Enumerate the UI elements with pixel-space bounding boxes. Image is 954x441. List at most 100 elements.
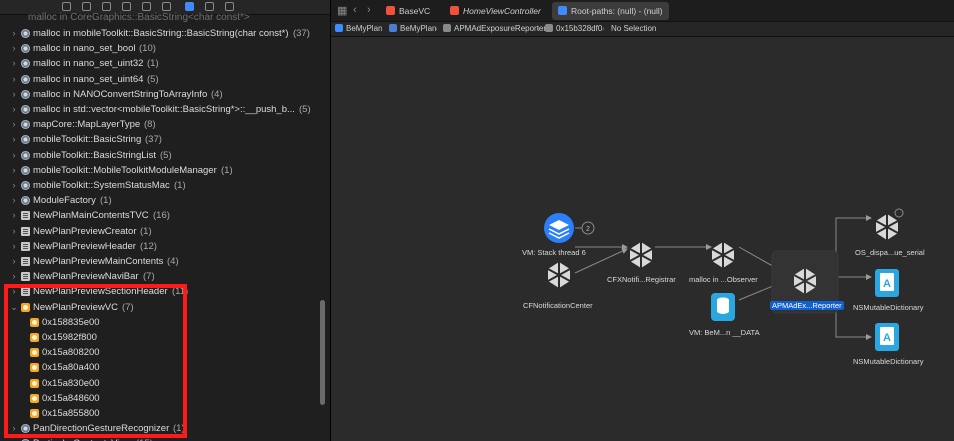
gear-icon bbox=[21, 424, 30, 434]
class-row[interactable]: › ParticularContentsView (15) bbox=[0, 436, 318, 441]
class-row[interactable]: › malloc in nano_set_bool (10) bbox=[0, 41, 318, 56]
stack-node-icon[interactable] bbox=[544, 213, 574, 243]
row-count: (4) bbox=[211, 88, 223, 100]
class-row[interactable]: › PanDirectionGestureRecognizer (1) bbox=[0, 421, 318, 436]
instance-row[interactable]: 0x15a80a400 bbox=[0, 360, 318, 375]
class-row[interactable]: › mapCore::MapLayerType (8) bbox=[0, 117, 318, 132]
project-icon bbox=[335, 24, 343, 32]
obj-icon bbox=[30, 409, 39, 418]
class-row[interactable]: › malloc in nano_set_uint64 (5) bbox=[0, 72, 318, 87]
class-row[interactable]: › malloc in std::vector<mobileToolkit::Ba… bbox=[0, 102, 318, 117]
tab-root-paths[interactable]: Root-paths: (null) - (null) bbox=[552, 2, 669, 20]
breadcrumb-address[interactable]: 0x15b328df0 bbox=[545, 22, 602, 36]
chevron-right-icon[interactable]: › bbox=[10, 102, 18, 117]
class-row[interactable]: › NewPlanPreviewHeader (12) bbox=[0, 239, 318, 254]
chevron-right-icon[interactable]: › bbox=[10, 41, 18, 56]
debug-icon[interactable] bbox=[185, 2, 194, 11]
chevron-right-icon[interactable]: › bbox=[10, 284, 18, 299]
chevron-right-icon[interactable]: › bbox=[10, 436, 18, 441]
malloc-node-icon[interactable] bbox=[711, 242, 735, 268]
chevron-right-icon[interactable]: › bbox=[10, 193, 18, 208]
instance-row[interactable]: 0x15a855800 bbox=[0, 406, 318, 421]
cfx-node-icon[interactable] bbox=[629, 242, 653, 268]
chevron-right-icon[interactable]: › bbox=[10, 132, 18, 147]
class-row[interactable]: ⌄ NewPlanPreviewVC (7) bbox=[0, 300, 318, 315]
database-icon[interactable] bbox=[711, 293, 735, 321]
row-label: 0x158835e00 bbox=[42, 316, 100, 328]
chevron-right-icon: › bbox=[380, 24, 383, 33]
folder-icon[interactable] bbox=[62, 2, 71, 11]
chevron-right-icon[interactable]: › bbox=[10, 87, 18, 102]
row-label: 0x15a808200 bbox=[42, 347, 100, 359]
node-label-apm-selected[interactable]: APMAdEx...Reporter bbox=[770, 301, 844, 310]
class-row[interactable]: › mobileToolkit::SystemStatusMac (1) bbox=[0, 178, 318, 193]
gear-icon bbox=[21, 44, 30, 54]
row-count: (11) bbox=[172, 286, 189, 298]
dictionary-icon[interactable]: A bbox=[875, 323, 899, 351]
doc-icon bbox=[21, 211, 30, 221]
tab-basevc[interactable]: BaseVC bbox=[386, 2, 448, 20]
report-icon[interactable] bbox=[225, 2, 234, 11]
issue-icon[interactable] bbox=[142, 2, 151, 11]
test-icon[interactable] bbox=[162, 2, 171, 11]
class-row[interactable]: › ModuleFactory (1) bbox=[0, 193, 318, 208]
obj-icon bbox=[30, 317, 39, 327]
class-row[interactable]: › malloc in NANOConvertStringToArrayInfo(… bbox=[0, 87, 318, 102]
class-row[interactable]: › malloc in mobileToolkit::BasicString::B… bbox=[0, 26, 318, 41]
class-row[interactable]: › NewPlanPreviewMainContents (4) bbox=[0, 254, 318, 269]
source-control-icon[interactable] bbox=[82, 2, 91, 11]
class-row[interactable]: › mobileToolkit::MobileToolkitModuleManag… bbox=[0, 163, 318, 178]
node-label-malloc-observer: malloc in ...Observer bbox=[689, 275, 758, 284]
graph-edges: 2 A A bbox=[544, 208, 904, 351]
chevron-right-icon[interactable]: › bbox=[10, 224, 18, 239]
breadcrumb-target[interactable]: BeMyPlan bbox=[389, 22, 436, 36]
breadcrumb-class[interactable]: APMAdExposureReporter bbox=[443, 22, 546, 36]
breadcrumb-selection[interactable]: No Selection bbox=[611, 22, 656, 36]
sidebar-toggle-icon[interactable]: ▦ bbox=[337, 4, 347, 17]
instance-row[interactable]: 0x15a808200 bbox=[0, 345, 318, 360]
instance-row[interactable]: 0x158835e00 bbox=[0, 315, 318, 330]
os-dispatch-node-icon[interactable] bbox=[875, 208, 904, 240]
find-icon[interactable] bbox=[122, 2, 131, 11]
instance-row[interactable]: 0x15982f800 bbox=[0, 330, 318, 345]
row-count: (1) bbox=[100, 195, 112, 207]
dictionary-icon[interactable]: A bbox=[875, 269, 899, 297]
chevron-right-icon[interactable]: › bbox=[10, 239, 18, 254]
swift-file-icon bbox=[450, 6, 459, 15]
cfnc-node-icon[interactable] bbox=[547, 262, 571, 288]
chevron-right-icon[interactable]: › bbox=[10, 163, 18, 178]
tab-homeviewcontroller[interactable]: HomeViewController bbox=[450, 2, 546, 20]
chevron-right-icon[interactable]: › bbox=[10, 56, 18, 71]
breadcrumb-project[interactable]: BeMyPlan bbox=[335, 22, 382, 36]
chevron-right-icon[interactable]: › bbox=[10, 148, 18, 163]
chevron-right-icon[interactable]: › bbox=[10, 421, 18, 436]
gear-icon bbox=[21, 165, 30, 175]
chevron-right-icon[interactable]: › bbox=[10, 72, 18, 87]
row-count: (4) bbox=[167, 256, 179, 267]
class-row[interactable]: › mobileToolkit::BasicString (37) bbox=[0, 132, 318, 147]
class-row[interactable]: › NewPlanMainContentsTVC (16) bbox=[0, 208, 318, 223]
breakpoint-icon[interactable] bbox=[205, 2, 214, 11]
back-icon[interactable]: ‹ bbox=[353, 4, 357, 16]
row-count: (10) bbox=[139, 43, 156, 55]
chevron-right-icon[interactable]: › bbox=[10, 117, 18, 132]
gear-icon bbox=[21, 89, 30, 99]
chevron-right-icon[interactable]: › bbox=[10, 178, 18, 193]
instance-row[interactable]: 0x15a848600 bbox=[0, 391, 318, 406]
class-row[interactable]: › NewPlanPreviewSectionHeader (11) bbox=[0, 284, 318, 299]
class-row[interactable]: › malloc in nano_set_uint32 (1) bbox=[0, 56, 318, 71]
class-row[interactable]: › mobileToolkit::BasicStringList (5) bbox=[0, 148, 318, 163]
chevron-right-icon[interactable]: › bbox=[10, 269, 18, 284]
scrollbar[interactable] bbox=[320, 300, 325, 405]
chevron-right-icon[interactable]: › bbox=[10, 208, 18, 223]
class-row[interactable]: › NewPlanPreviewNaviBar (7) bbox=[0, 269, 318, 284]
instance-row[interactable]: 0x15a830e00 bbox=[0, 376, 318, 391]
chevron-right-icon[interactable]: › bbox=[10, 26, 18, 41]
chevron-right-icon[interactable]: › bbox=[10, 254, 18, 269]
chevron-down-icon[interactable]: ⌄ bbox=[10, 300, 18, 315]
class-row[interactable]: › NewPlanPreviewCreator (1) bbox=[0, 224, 318, 239]
row-label: ParticularContentsView bbox=[33, 436, 132, 441]
forward-icon[interactable]: › bbox=[367, 4, 371, 16]
symbol-icon[interactable] bbox=[102, 2, 111, 11]
gear-icon bbox=[21, 105, 30, 114]
